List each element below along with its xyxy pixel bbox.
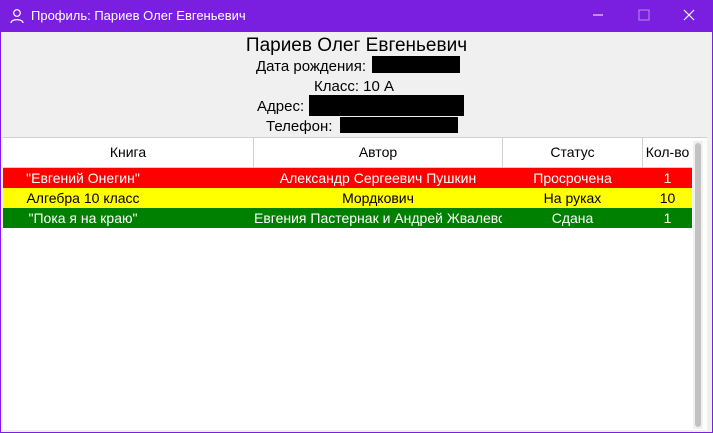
table-header: Книга Автор Статус Кол-во	[3, 138, 692, 168]
cell-count: 10	[659, 190, 676, 206]
title-bar[interactable]: Профиль: Париев Олег Евгеньевич	[1, 1, 712, 32]
address-redacted	[309, 95, 464, 116]
cell-book: Алгебра 10 класс	[26, 190, 140, 206]
cell-book: "Евгений Онегин"	[26, 170, 140, 186]
cell-author: Евгения Пастернак и Андрей Жвалевский	[254, 210, 502, 226]
cell-book: "Пока я на краю"	[28, 210, 138, 226]
table-row[interactable]: "Пока я на краю" Евгения Пастернак и Анд…	[3, 208, 692, 228]
close-icon	[683, 8, 695, 26]
birth-date-redacted	[372, 56, 460, 73]
class-label: Класс: 10 А	[314, 78, 395, 95]
books-table[interactable]: Книга Автор Статус Кол-во "Евгений Онеги…	[3, 137, 707, 430]
table-row[interactable]: Алгебра 10 класс Мордкович На руках 10	[3, 188, 692, 208]
address-label: Адрес:	[257, 98, 305, 115]
table-row[interactable]: "Евгений Онегин" Александр Сергеевич Пуш…	[3, 168, 692, 188]
cell-author: Александр Сергеевич Пушкин	[279, 170, 477, 186]
column-header-status[interactable]: Статус	[503, 138, 643, 168]
cell-count: 1	[663, 170, 672, 186]
minimize-icon	[592, 8, 604, 26]
profile-window: Профиль: Париев Олег Евгеньевич Париев О…	[1, 1, 712, 432]
cell-status: На руках	[543, 190, 602, 206]
vertical-scrollbar[interactable]	[693, 141, 703, 429]
phone-label: Телефон:	[266, 118, 333, 135]
maximize-icon	[638, 8, 650, 26]
phone-redacted	[340, 117, 458, 133]
cell-status: Сдана	[551, 210, 594, 226]
window-title: Профиль: Париев Олег Евгеньевич	[31, 8, 246, 23]
birth-date-label: Дата рождения:	[256, 58, 366, 75]
close-button[interactable]	[666, 1, 712, 32]
column-header-count[interactable]: Кол-во	[643, 138, 692, 168]
scrollbar-thumb[interactable]	[695, 143, 701, 427]
column-header-author[interactable]: Автор	[254, 138, 503, 168]
maximize-button[interactable]	[621, 1, 667, 32]
column-header-book[interactable]: Книга	[3, 138, 254, 168]
student-name: Париев Олег Евгеньевич	[245, 35, 468, 56]
minimize-button[interactable]	[575, 1, 621, 32]
cell-count: 1	[663, 210, 672, 226]
user-icon	[9, 8, 25, 24]
cell-status: Просрочена	[533, 170, 612, 186]
cell-author: Мордкович	[342, 190, 414, 206]
